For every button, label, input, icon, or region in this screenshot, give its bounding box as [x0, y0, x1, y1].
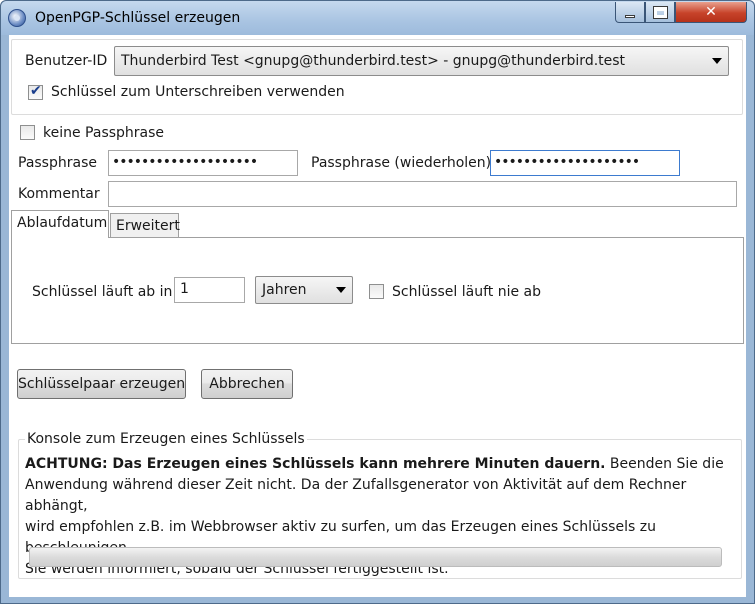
expiry-amount-value: 1: [180, 281, 189, 297]
progress-bar: [29, 547, 722, 567]
dialog-content: Benutzer-ID Thunderbird Test <gnupg@thun…: [9, 35, 746, 597]
comment-input[interactable]: [108, 181, 737, 207]
window-title: OpenPGP-Schlüssel erzeugen: [35, 10, 241, 26]
user-id-value: Thunderbird Test <gnupg@thunderbird.test…: [121, 53, 626, 69]
dropdown-arrow-icon: [336, 287, 346, 293]
sign-checkbox[interactable]: [28, 83, 43, 100]
console-line-1-rest: Beenden Sie die: [605, 456, 724, 472]
never-expire-checkbox[interactable]: [369, 284, 384, 299]
close-button[interactable]: ✕: [675, 2, 747, 23]
cancel-label: Abbrechen: [209, 376, 285, 392]
passphrase-value: ••••••••••••••••••••: [112, 154, 258, 170]
user-id-select[interactable]: Thunderbird Test <gnupg@thunderbird.test…: [114, 46, 729, 76]
sign-checkbox-label: Schlüssel zum Unterschreiben verwenden: [51, 84, 345, 100]
tab-advanced-label: Erweitert: [116, 218, 180, 234]
generate-keypair-label: Schlüsselpaar erzeugen: [18, 376, 186, 392]
passphrase-repeat-label: Passphrase (wiederholen): [311, 155, 492, 171]
no-passphrase-label: keine Passphrase: [43, 125, 165, 141]
console-title: Konsole zum Erzeugen eines Schlüssels: [25, 431, 307, 447]
tab-advanced[interactable]: Erweitert: [110, 213, 180, 239]
maximize-button[interactable]: [645, 2, 675, 23]
passphrase-repeat-input[interactable]: ••••••••••••••••••••: [490, 150, 680, 176]
no-passphrase-checkbox[interactable]: [20, 125, 35, 140]
dropdown-arrow-icon: [712, 58, 722, 64]
console-line-1: ACHTUNG: Das Erzeugen eines Schlüssels k…: [25, 454, 725, 475]
generate-keypair-button[interactable]: Schlüsselpaar erzeugen: [17, 369, 186, 399]
passphrase-repeat-value: ••••••••••••••••••••: [494, 154, 640, 170]
user-id-label: Benutzer-ID: [25, 53, 108, 69]
comment-label: Kommentar: [18, 186, 100, 202]
maximize-icon: [652, 5, 668, 19]
tab-expiry[interactable]: Ablaufdatum: [11, 210, 109, 238]
expiry-unit-value: Jahren: [262, 282, 307, 298]
close-icon: ✕: [705, 4, 717, 20]
console-line-2: Anwendung während dieser Zeit nicht. Da …: [25, 477, 687, 514]
console-warning: ACHTUNG: Das Erzeugen eines Schlüssels k…: [25, 456, 606, 472]
expiry-unit-select[interactable]: Jahren: [255, 276, 353, 304]
cancel-button[interactable]: Abbrechen: [201, 369, 293, 399]
never-expire-label: Schlüssel läuft nie ab: [392, 284, 542, 300]
tab-expiry-label: Ablaufdatum: [17, 215, 108, 231]
passphrase-input[interactable]: ••••••••••••••••••••: [108, 150, 298, 176]
minimize-icon: [625, 14, 635, 18]
dialog-window: OpenPGP-Schlüssel erzeugen ✕ Benutzer-ID…: [0, 0, 755, 604]
minimize-button[interactable]: [615, 2, 645, 23]
passphrase-label: Passphrase: [18, 155, 97, 171]
app-icon: [8, 9, 26, 27]
expiry-label: Schlüssel läuft ab in: [32, 284, 173, 300]
expiry-amount-input[interactable]: 1: [174, 277, 245, 303]
expiry-panel: Schlüssel läuft ab in 1 Jahren Schlüssel…: [11, 237, 744, 344]
title-bar[interactable]: OpenPGP-Schlüssel erzeugen ✕: [1, 1, 754, 35]
